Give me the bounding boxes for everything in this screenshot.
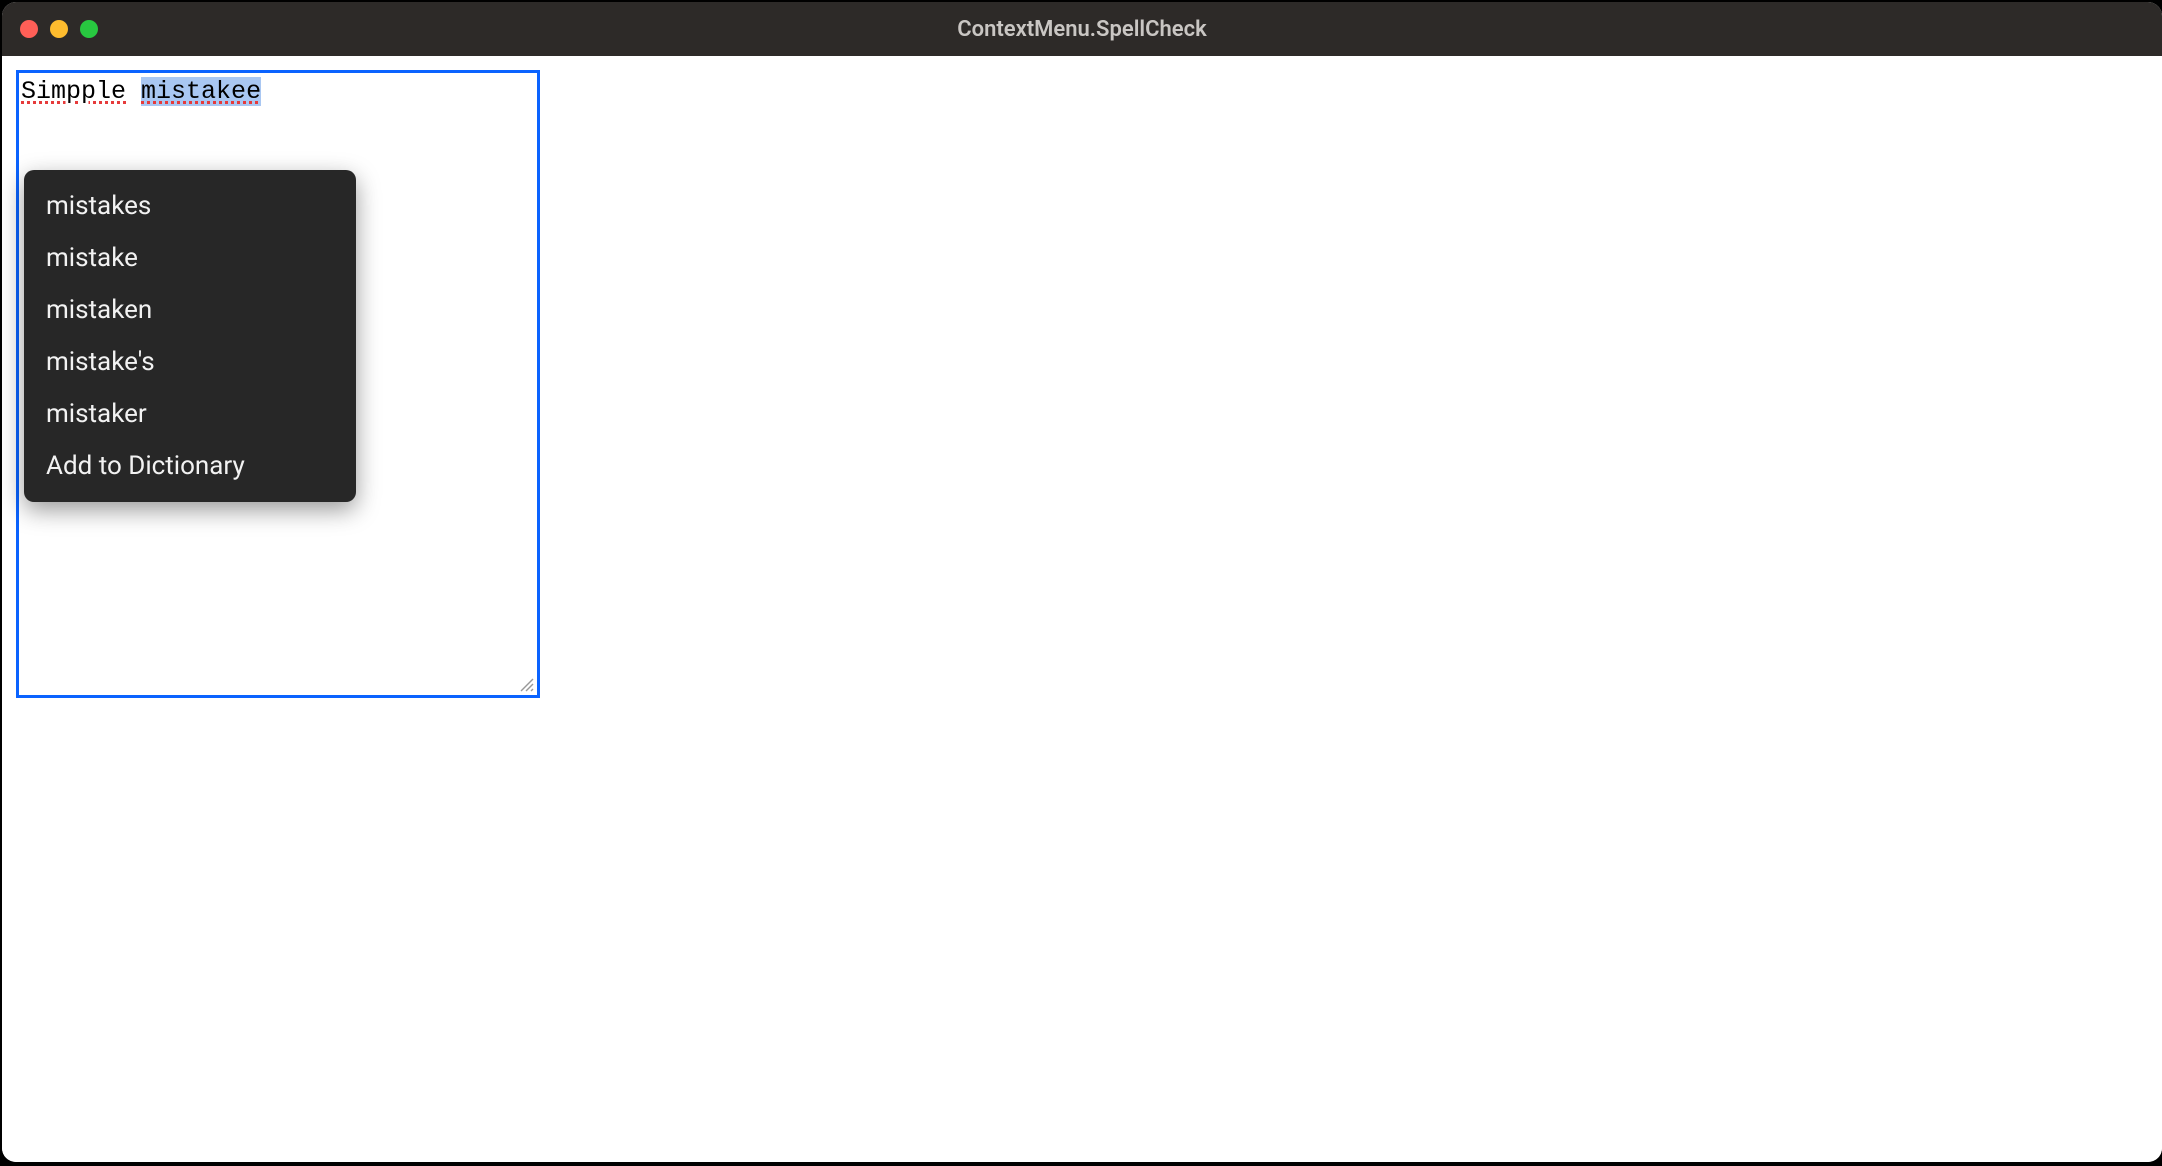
close-window-button[interactable]	[20, 20, 38, 38]
window-title: ContextMenu.SpellCheck	[957, 17, 1206, 42]
maximize-window-button[interactable]	[80, 20, 98, 38]
textarea-text[interactable]: Simpple mistakee	[19, 73, 537, 107]
spellcheck-context-menu: mistakes mistake mistaken mistake's mist…	[24, 170, 356, 502]
content-area: Simpple mistakee mistakes mistake mistak…	[2, 56, 2162, 1162]
resize-handle-icon[interactable]	[518, 676, 534, 692]
suggestion-item-mistaker[interactable]: mistaker	[24, 388, 356, 440]
add-to-dictionary-item[interactable]: Add to Dictionary	[24, 440, 356, 492]
suggestion-item-mistaken[interactable]: mistaken	[24, 284, 356, 336]
suggestion-item-mistakes-apostrophe[interactable]: mistake's	[24, 336, 356, 388]
misspelled-word-1[interactable]: Simpple	[21, 77, 126, 106]
suggestion-item-mistake[interactable]: mistake	[24, 232, 356, 284]
app-window: ContextMenu.SpellCheck Simpple mistakee …	[2, 2, 2162, 1162]
titlebar[interactable]: ContextMenu.SpellCheck	[2, 2, 2162, 56]
suggestion-item-mistakes[interactable]: mistakes	[24, 180, 356, 232]
traffic-lights	[20, 20, 98, 38]
minimize-window-button[interactable]	[50, 20, 68, 38]
misspelled-word-2-selected[interactable]: mistakee	[141, 77, 261, 106]
